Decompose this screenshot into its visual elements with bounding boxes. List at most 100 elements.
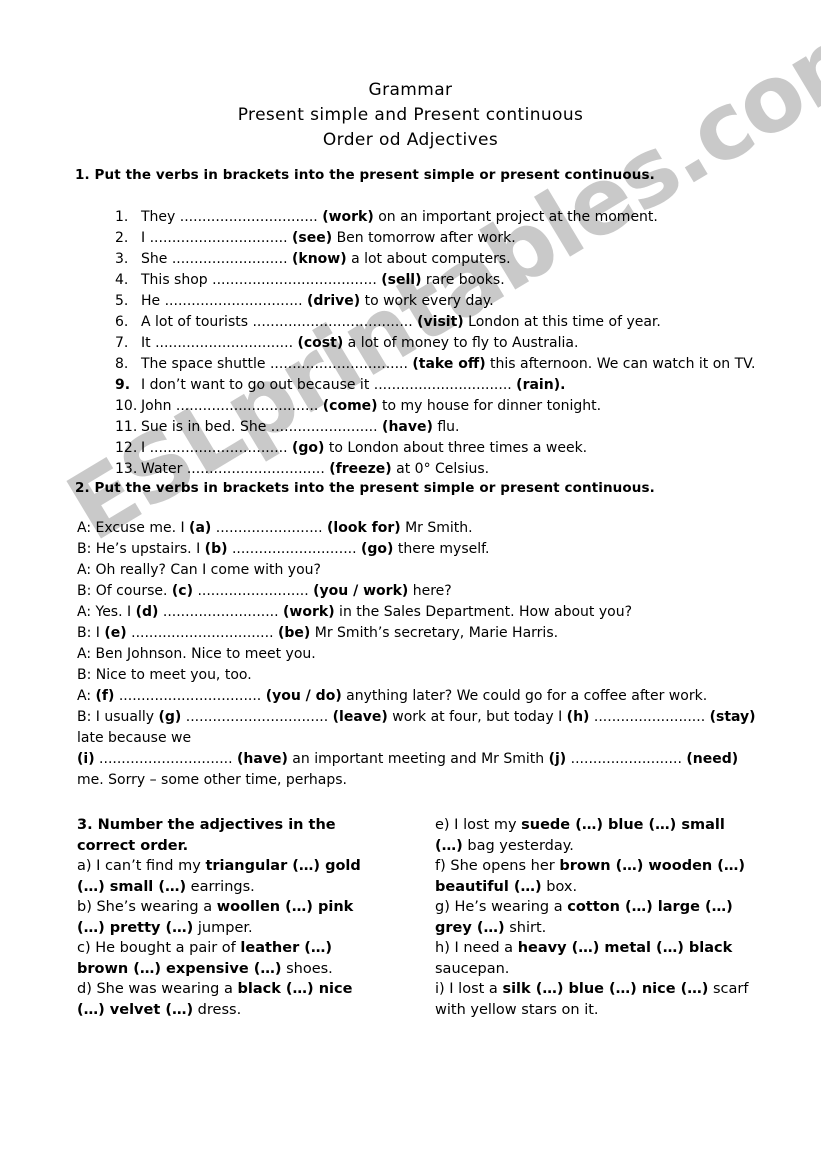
item-number: 5.	[115, 293, 129, 309]
text-run: on an important project at the moment.	[373, 209, 658, 225]
bold-text-run: (i)	[77, 751, 95, 767]
text-run: ..........................	[171, 251, 292, 267]
text-run: shirt.	[504, 919, 547, 936]
text-run: ...............................	[269, 356, 413, 372]
text-run: ...............................	[373, 377, 517, 393]
text-run: a lot of money to fly to Australia.	[343, 335, 579, 351]
item-number: 7.	[115, 335, 129, 351]
item-number: 12.	[115, 440, 138, 456]
dialogue-speaker: A:	[77, 688, 96, 704]
text-run: John	[141, 398, 176, 414]
item-number: 1.	[115, 209, 129, 225]
bold-text-run: heavy (…) metal (…) black	[517, 940, 733, 956]
text-run: a) I can’t find my	[77, 858, 206, 874]
text-run: jumper.	[193, 919, 253, 936]
text-run: anything later? We could go for a coffee…	[341, 688, 708, 704]
dialogue-speaker: B:	[77, 667, 96, 683]
exercise-1-heading: 1. Put the verbs in brackets into the pr…	[75, 167, 655, 183]
exercise-3-item: c) He bought a pair of leather (…) brown…	[77, 938, 377, 979]
bold-text-run: (know)	[291, 251, 347, 267]
item-number: 4.	[115, 272, 129, 288]
text-run: Oh really? Can I come with you?	[95, 562, 321, 578]
text-run: I	[141, 230, 150, 246]
text-run: f) She opens her	[435, 858, 560, 874]
dialogue-line: A: (f) ................................ …	[77, 686, 761, 707]
bold-text-run: (have)	[382, 419, 433, 435]
bold-text-run: (be)	[277, 625, 311, 641]
exercise-3-item: a) I can’t find my triangular (…) gold (…	[77, 856, 377, 897]
text-run: d) She was wearing a	[77, 981, 238, 997]
bold-text-run: (cost)	[297, 335, 344, 351]
text-run: ................................	[114, 688, 266, 704]
bold-text-run: (leave)	[332, 709, 388, 725]
exercise-1-item: 11. Sue is in bed. She ..................…	[115, 417, 821, 438]
text-run: He’s upstairs. I	[95, 541, 205, 557]
bold-text-run: (d)	[135, 604, 159, 620]
page-title: Grammar	[368, 80, 453, 100]
exercise-3-heading: 3. Number the adjectives in the correct …	[77, 817, 336, 854]
dialogue-line: B: I usually (g) .......................…	[77, 707, 761, 749]
text-run: g) He’s wearing a	[435, 899, 568, 915]
bold-text-run: (b)	[204, 541, 228, 557]
text-run: ...............................	[164, 293, 307, 309]
exercise-3: 3. Number the adjectives in the correct …	[0, 791, 821, 1020]
bold-text-run: (take off)	[412, 356, 486, 372]
text-run: A lot of tourists	[141, 314, 253, 330]
bold-text-run: (c)	[171, 583, 193, 599]
item-number: 6.	[115, 314, 129, 330]
text-run: I usually	[95, 709, 159, 725]
exercise-1-item: 2. I ............................... (see…	[115, 228, 821, 249]
exercise-3-right-column: e) I lost my suede (…) blue (…) small (……	[435, 815, 755, 1020]
dialogue-line: B: Nice to meet you, too.	[77, 665, 761, 686]
bold-text-run: (e)	[104, 625, 127, 641]
text-run: b) She’s wearing a	[77, 899, 217, 915]
dialogue-line: A: Yes. I (d) ..........................…	[77, 602, 761, 623]
exercise-3-left-items: a) I can’t find my triangular (…) gold (…	[77, 856, 377, 1020]
exercise-1-item: 3. She .......................... (know) …	[115, 249, 821, 270]
bold-text-run: (rain).	[516, 377, 566, 393]
bold-text-run: (have)	[237, 751, 288, 767]
text-run: to work every day.	[360, 293, 494, 309]
item-number: 9.	[115, 377, 131, 393]
text-run: an important meeting and Mr Smith	[287, 751, 549, 767]
bold-text-run: silk (…) blue (…) nice (…)	[502, 981, 709, 997]
bold-text-run: (stay)	[709, 709, 756, 725]
bold-text-run: (f)	[95, 688, 115, 704]
text-run: rare books.	[421, 272, 505, 288]
exercise-3-right-items: e) I lost my suede (…) blue (…) small (……	[435, 815, 755, 1020]
text-run: at 0° Celsius.	[391, 461, 490, 477]
text-run: saucepan.	[435, 960, 510, 977]
text-run: She	[141, 251, 172, 267]
dialogue-line: B: Of course. (c) ......................…	[77, 581, 761, 602]
bold-text-run: (work)	[283, 604, 335, 620]
page-subtitle: Present simple and Present continuous	[237, 105, 584, 125]
text-run: ...............................	[179, 209, 323, 225]
bold-text-run: (you / do)	[265, 688, 342, 704]
text-run: dress.	[193, 1001, 242, 1018]
exercise-1-list: 1. They ............................... (…	[0, 183, 821, 480]
exercise-1-item: 7. It ............................... (co…	[115, 333, 821, 354]
bold-text-run: (need)	[686, 751, 739, 767]
exercise-3-item: g) He’s wearing a cotton (…) large (…) g…	[435, 897, 755, 938]
text-run: .........................	[589, 709, 710, 725]
bold-text-run: (see)	[292, 230, 333, 246]
bold-text-run: (come)	[322, 398, 378, 414]
text-run: Mr Smith.	[400, 520, 473, 536]
exercise-1-item: 5. He ............................... (dr…	[115, 291, 821, 312]
text-run: ...............................	[149, 440, 292, 456]
bold-text-run: (work)	[322, 209, 374, 225]
bold-text-run: (go)	[292, 440, 325, 456]
exercise-1-item: 13. Water ...............................…	[115, 459, 821, 480]
exercise-3-item: f) She opens her brown (…) wooden (…) be…	[435, 856, 755, 897]
dialogue-line: B: He’s upstairs. I (b) ................…	[77, 539, 761, 560]
item-number: 3.	[115, 251, 129, 267]
exercise-3-left-column: 3. Number the adjectives in the correct …	[77, 815, 377, 1020]
dialogue-speaker: B:	[77, 709, 96, 725]
exercise-3-item: b) She’s wearing a woollen (…) pink (…) …	[77, 897, 377, 938]
page-subtitle-2: Order od Adjectives	[322, 130, 499, 150]
text-run: Ben Johnson. Nice to meet you.	[95, 646, 316, 662]
dialogue-line: A: Ben Johnson. Nice to meet you.	[77, 644, 761, 665]
text-run: to London about three times a week.	[324, 440, 588, 456]
text-run: there myself.	[393, 541, 490, 557]
exercise-1-item: 10. John ................................…	[115, 396, 821, 417]
